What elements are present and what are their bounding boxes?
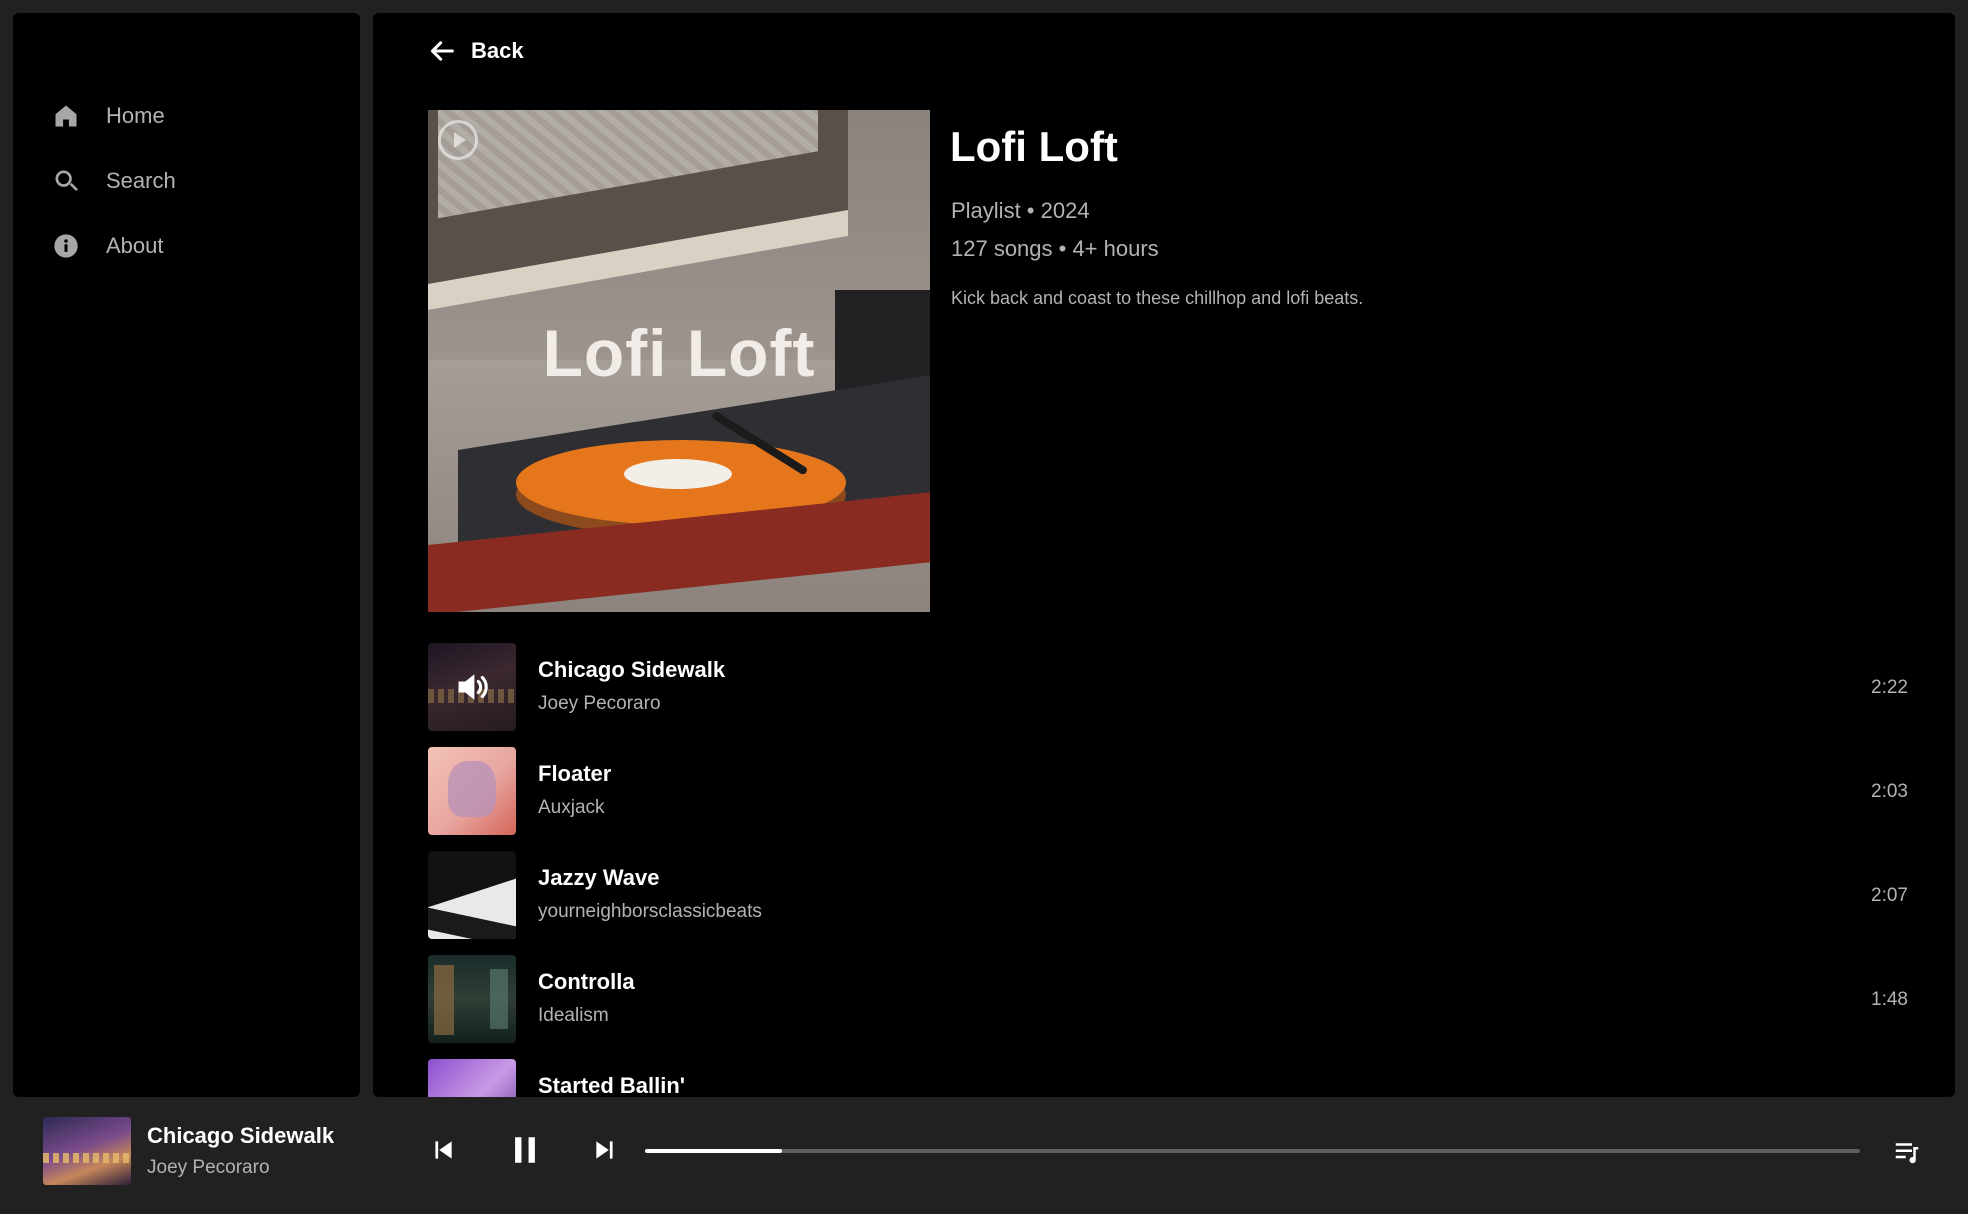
track-list: Chicago Sidewalk Joey Pecoraro 2:22 Floa… xyxy=(428,643,1908,1097)
track-row[interactable]: Chicago Sidewalk Joey Pecoraro 2:22 xyxy=(428,643,1908,747)
previous-button[interactable] xyxy=(430,1137,456,1168)
playlist-stats: 127 songs • 4+ hours xyxy=(951,236,1159,261)
skip-next-icon xyxy=(596,1141,613,1159)
sidebar-item-about[interactable]: About xyxy=(13,213,360,278)
pause-button[interactable] xyxy=(508,1133,542,1172)
track-duration: 2:22 xyxy=(1871,677,1908,698)
track-thumbnail xyxy=(428,955,516,1043)
track-name: Jazzy Wave xyxy=(538,865,660,890)
player-bar: Chicago Sidewalk Joey Pecoraro xyxy=(0,1097,1968,1214)
track-name: Floater xyxy=(538,761,612,786)
track-artist[interactable]: Joey Pecoraro xyxy=(538,693,725,715)
cover-record-label xyxy=(624,459,732,489)
track-artist[interactable]: yourneighborsclassicbeats xyxy=(538,901,762,923)
playlist-cover: Lofi Loft xyxy=(428,110,930,612)
arrow-left-icon xyxy=(430,41,454,61)
search-icon xyxy=(52,165,106,197)
track-duration: 1:48 xyxy=(1871,989,1908,1010)
sidebar-item-label: About xyxy=(106,232,164,258)
now-playing-art xyxy=(43,1117,131,1185)
track-name: Started Ballin' xyxy=(538,1073,686,1097)
sidebar: Home Search About xyxy=(13,13,360,1097)
info-icon xyxy=(52,230,106,262)
sidebar-item-label: Home xyxy=(106,102,165,128)
back-label: Back xyxy=(471,38,524,63)
play-circle-icon[interactable] xyxy=(438,120,478,160)
back-button[interactable]: Back xyxy=(429,37,524,65)
pause-icon xyxy=(515,1137,535,1163)
track-thumbnail xyxy=(428,747,516,835)
progress-fill xyxy=(645,1149,783,1153)
now-playing-title[interactable]: Chicago Sidewalk xyxy=(147,1123,334,1149)
cover-text: Lofi Loft xyxy=(542,316,816,390)
track-thumbnail xyxy=(428,643,516,731)
page-title: Lofi Loft xyxy=(950,123,1118,170)
home-icon xyxy=(52,100,106,132)
queue-button[interactable] xyxy=(1892,1137,1922,1172)
track-name: Chicago Sidewalk xyxy=(538,657,726,682)
sidebar-item-label: Search xyxy=(106,167,176,193)
track-artist[interactable]: Auxjack xyxy=(538,797,611,819)
track-row[interactable]: Floater Auxjack 2:03 xyxy=(428,747,1908,851)
track-row[interactable]: Started Ballin' xyxy=(428,1059,1908,1097)
track-name: Controlla xyxy=(538,969,635,994)
track-thumbnail xyxy=(428,851,516,939)
now-playing-artist[interactable]: Joey Pecoraro xyxy=(147,1157,270,1179)
sidebar-item-search[interactable]: Search xyxy=(13,148,360,213)
track-duration: 2:03 xyxy=(1871,781,1908,802)
speaker-playing-icon xyxy=(428,643,516,731)
playlist-view: Back Lofi Loft Lofi Loft Playlist • 2024… xyxy=(373,13,1955,1097)
track-row[interactable]: Jazzy Wave yourneighborsclassicbeats 2:0… xyxy=(428,851,1908,955)
skip-previous-icon xyxy=(435,1141,452,1159)
track-artist[interactable]: Idealism xyxy=(538,1005,635,1027)
playlist-description: Kick back and coast to these chillhop an… xyxy=(951,288,1364,308)
next-button[interactable] xyxy=(592,1137,618,1168)
queue-icon xyxy=(1895,1143,1919,1164)
progress-bar[interactable] xyxy=(645,1149,1860,1153)
track-row[interactable]: Controlla Idealism 1:48 xyxy=(428,955,1908,1059)
track-duration: 2:07 xyxy=(1871,885,1908,906)
track-thumbnail xyxy=(428,1059,516,1097)
playlist-type-year: Playlist • 2024 xyxy=(951,198,1090,223)
sidebar-item-home[interactable]: Home xyxy=(13,83,360,148)
